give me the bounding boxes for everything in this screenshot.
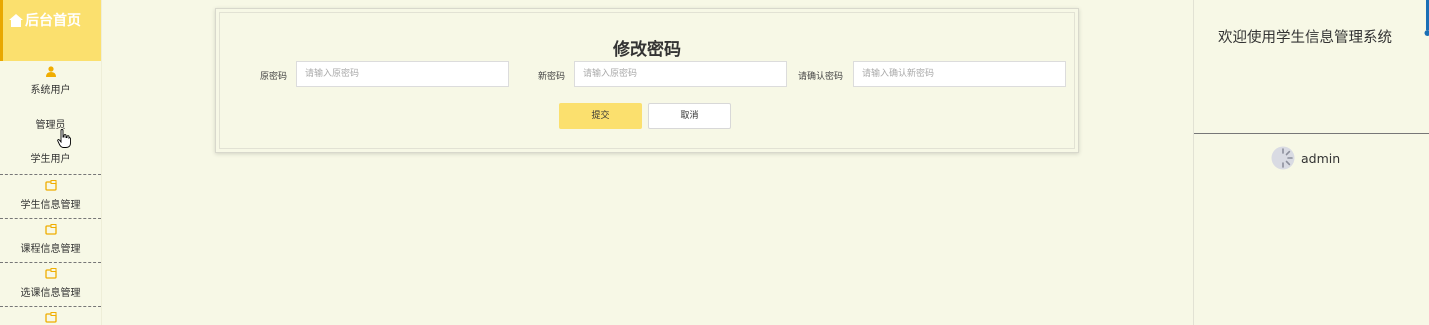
sidebar-item-label: 选课信息管理 xyxy=(20,288,81,299)
sidebar-item-course-info[interactable]: 课程信息管理 xyxy=(0,224,101,255)
sidebar-item-label: 学生用户 xyxy=(30,154,71,165)
page-title: 修改密码 xyxy=(613,40,681,60)
confirm-password-label: 请确认密码 xyxy=(798,72,844,82)
folder-icon xyxy=(44,224,57,235)
sidebar-item-enrollment-info[interactable]: 选课信息管理 xyxy=(0,268,101,299)
confirm-password-input[interactable] xyxy=(853,61,1066,87)
divider xyxy=(1194,133,1429,134)
divider xyxy=(0,174,101,175)
cancel-button[interactable]: 取消 xyxy=(648,103,731,129)
sidebar-item-label: 管理员 xyxy=(35,120,66,131)
sidebar-item-student-users[interactable]: 学生用户 xyxy=(0,150,101,165)
divider xyxy=(0,262,101,263)
folder-icon xyxy=(44,180,57,191)
submit-button[interactable]: 提交 xyxy=(559,103,642,129)
new-password-input[interactable] xyxy=(574,61,787,87)
sidebar: 后台首页 系统用户 管理员 学生用户 学生信息管理 课程信息管理 选课信息管理 xyxy=(0,0,102,325)
sidebar-item-more[interactable] xyxy=(0,312,101,323)
sidebar-item-system-users[interactable]: 系统用户 xyxy=(0,66,101,96)
sidebar-item-admin[interactable]: 管理员 xyxy=(0,116,101,131)
sidebar-item-label: 系统用户 xyxy=(30,85,71,96)
sidebar-item-student-info[interactable]: 学生信息管理 xyxy=(0,180,101,211)
right-panel: 欢迎使用学生信息管理系统 admin xyxy=(1193,0,1429,325)
divider xyxy=(0,306,101,307)
sidebar-item-label: 课程信息管理 xyxy=(20,244,81,255)
divider xyxy=(0,218,101,219)
home-link[interactable]: 后台首页 xyxy=(0,0,101,61)
avatar[interactable] xyxy=(1271,146,1295,170)
home-icon xyxy=(9,14,23,27)
new-password-label: 新密码 xyxy=(538,72,566,82)
sidebar-item-label: 学生信息管理 xyxy=(20,200,81,211)
scroll-handle[interactable] xyxy=(1424,0,1429,38)
old-password-label: 原密码 xyxy=(260,72,288,82)
old-password-input[interactable] xyxy=(296,61,509,87)
home-label: 后台首页 xyxy=(25,13,81,29)
folder-icon xyxy=(44,268,57,279)
change-password-panel: 修改密码 原密码 新密码 请确认密码 提交 取消 xyxy=(215,8,1079,153)
hand-cursor-icon xyxy=(57,129,71,148)
folder-icon xyxy=(44,312,57,323)
user-icon xyxy=(45,66,56,77)
welcome-message: 欢迎使用学生信息管理系统 xyxy=(1218,30,1392,46)
username: admin xyxy=(1301,151,1341,166)
